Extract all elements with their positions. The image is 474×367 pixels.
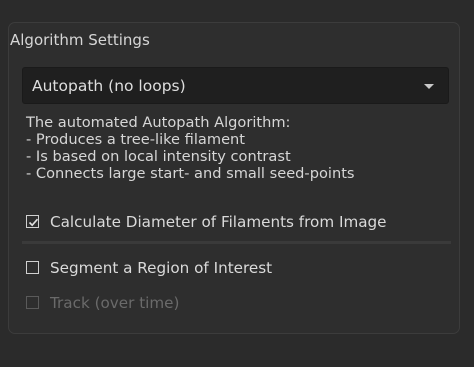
description-line: The automated Autopath Algorithm: (26, 114, 291, 131)
group-title: Algorithm Settings (10, 31, 150, 49)
calculate-diameter-label: Calculate Diameter of Filaments from Ima… (50, 213, 387, 231)
chevron-down-icon (424, 84, 434, 89)
algorithm-settings-panel: Algorithm Settings Autopath (no loops) T… (0, 0, 474, 367)
algorithm-dropdown[interactable]: Autopath (no loops) (22, 67, 449, 104)
algorithm-description: The automated Autopath Algorithm: - Produ… (26, 114, 355, 182)
calculate-diameter-checkbox[interactable] (26, 215, 39, 228)
track-checkbox (26, 296, 39, 309)
track-label: Track (over time) (50, 294, 180, 312)
description-line: - Is based on local intensity contrast (26, 148, 291, 165)
description-line: - Produces a tree-like filament (26, 131, 246, 148)
separator (22, 241, 451, 244)
checkmark-icon (28, 218, 39, 227)
description-line: - Connects large start- and small seed-p… (26, 165, 355, 182)
segment-roi-checkbox[interactable] (26, 261, 39, 274)
segment-roi-label: Segment a Region of Interest (50, 259, 273, 277)
algorithm-dropdown-value: Autopath (no loops) (32, 77, 186, 95)
